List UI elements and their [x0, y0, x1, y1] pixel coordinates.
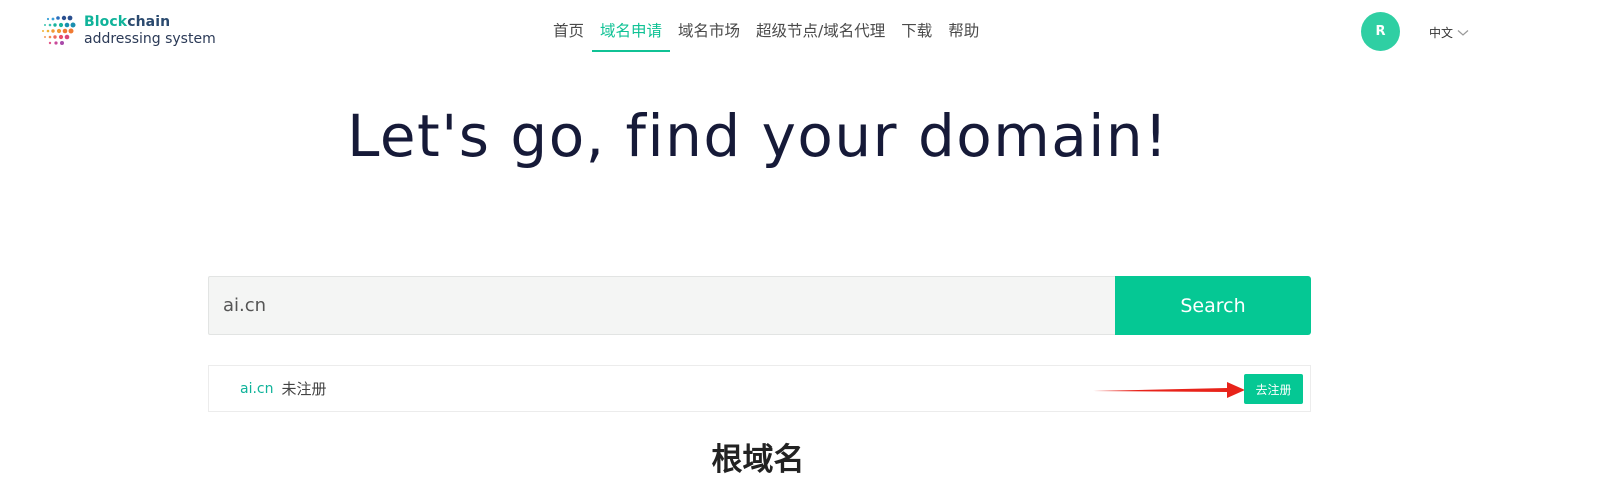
red-arrow-annotation-icon [1093, 382, 1245, 398]
logo-title-part2: chain [127, 14, 171, 30]
nav-item-help[interactable]: 帮助 [940, 8, 987, 52]
chevron-down-icon [1457, 29, 1469, 36]
logo-subtitle: addressing system [84, 31, 216, 47]
nav-item-domain-apply[interactable]: 域名申请 [592, 8, 671, 52]
page: Blockchain addressing system 首页 域名申请 域名市… [0, 0, 1599, 493]
search-bar: Search [208, 276, 1311, 335]
search-button[interactable]: Search [1115, 276, 1311, 335]
nav-item-supernode-agent[interactable]: 超级节点/域名代理 [748, 8, 893, 52]
logo-title: Blockchain [84, 14, 216, 31]
logo-dots-icon [42, 15, 76, 45]
result-domain[interactable]: ai.cn [240, 381, 274, 397]
section-title-root-domains: 根域名 [711, 442, 805, 478]
search-result-row: ai.cn 未注册 去注册 [208, 365, 1311, 412]
language-label: 中文 [1429, 26, 1454, 40]
nav-item-home[interactable]: 首页 [545, 8, 592, 52]
avatar[interactable]: R [1361, 12, 1400, 51]
register-button[interactable]: 去注册 [1244, 374, 1303, 404]
main-nav: 首页 域名申请 域名市场 超级节点/域名代理 下载 帮助 [545, 8, 987, 52]
result-status: 未注册 [281, 380, 327, 398]
hero-title: Let's go, find your domain! [347, 102, 1169, 170]
logo-title-part1: Block [84, 14, 128, 30]
language-select[interactable]: 中文 [1429, 24, 1469, 41]
nav-item-download[interactable]: 下载 [893, 8, 940, 52]
search-input[interactable] [208, 276, 1115, 335]
logo-text: Blockchain addressing system [84, 14, 216, 48]
nav-item-domain-market[interactable]: 域名市场 [670, 8, 748, 52]
